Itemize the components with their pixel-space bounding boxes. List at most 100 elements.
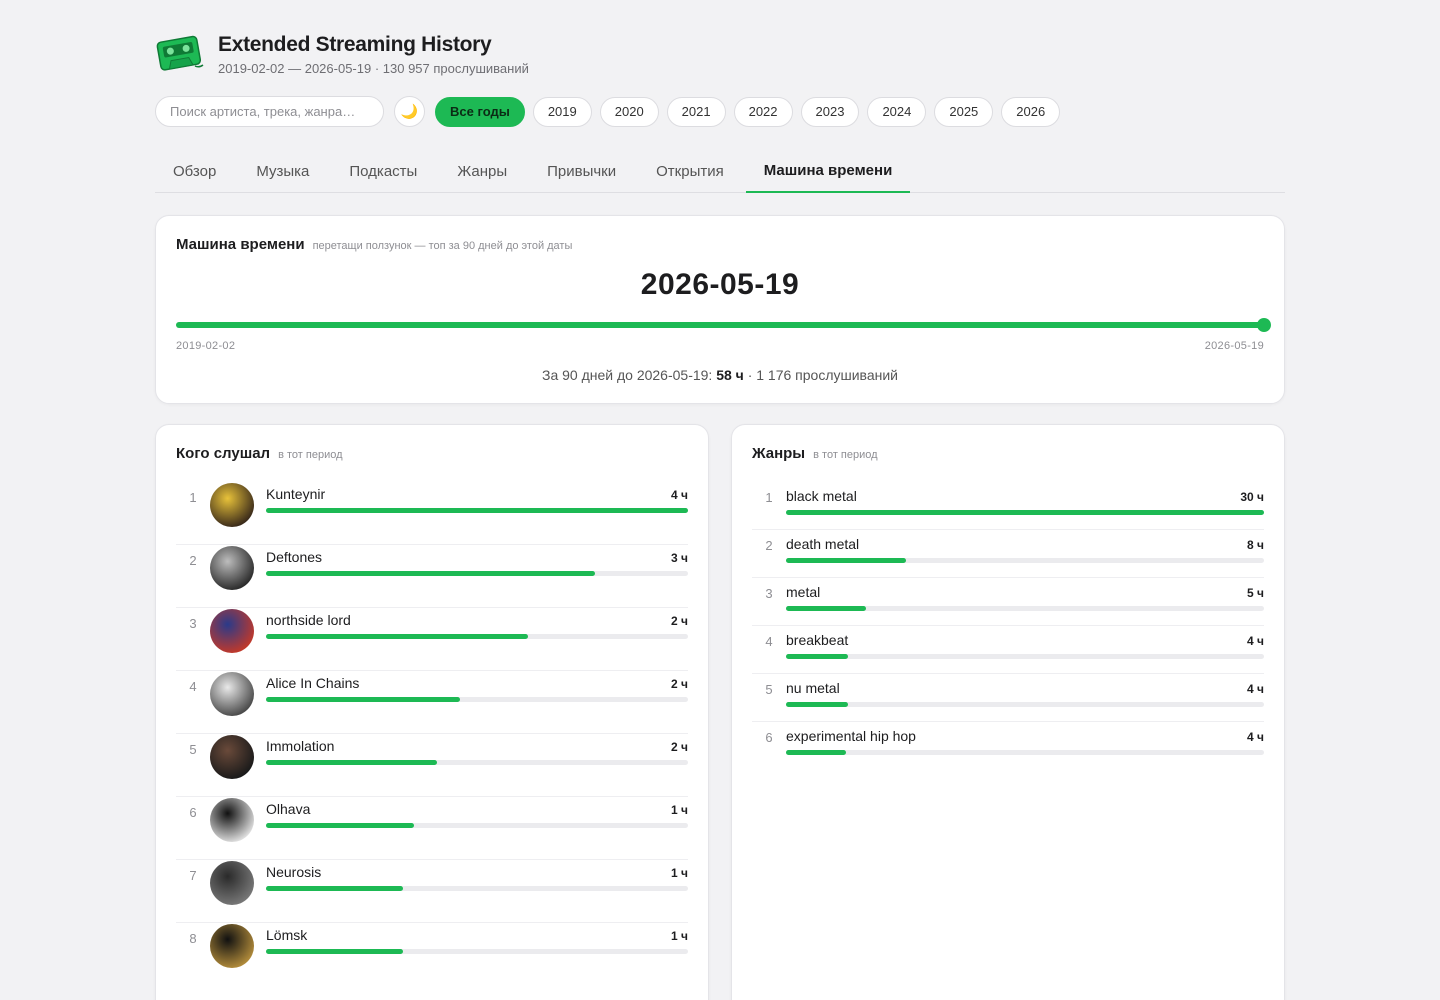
artist-bar xyxy=(266,697,688,702)
artist-avatar xyxy=(210,546,254,590)
artist-bar xyxy=(266,571,688,576)
genre-row[interactable]: 3 metal 5 ч xyxy=(752,578,1264,626)
moon-icon: 🌙 xyxy=(400,103,419,119)
artist-row-top: Alice In Chains 2 ч xyxy=(266,675,688,691)
genre-bar xyxy=(786,510,1264,515)
year-chip-2024[interactable]: 2024 xyxy=(867,96,927,127)
tab-2[interactable]: Музыка xyxy=(238,150,327,192)
genre-row[interactable]: 6 experimental hip hop 4 ч xyxy=(752,722,1264,770)
year-chip-2020[interactable]: 2020 xyxy=(599,96,659,127)
artist-row[interactable]: 1 Kunteynir 4 ч xyxy=(176,482,688,545)
genre-bar-fill xyxy=(786,750,846,755)
artist-info: Olhava 1 ч xyxy=(266,801,688,828)
filter-controls: 🌙 Все годы201920202021202220232024202520… xyxy=(155,96,1068,127)
artist-bar-fill xyxy=(266,571,596,576)
year-chip-2026[interactable]: 2026 xyxy=(1001,96,1061,127)
genre-name: black metal xyxy=(786,488,857,504)
date-slider[interactable] xyxy=(176,318,1271,332)
genre-info: black metal 30 ч xyxy=(786,488,1264,529)
genre-row[interactable]: 4 breakbeat 4 ч xyxy=(752,626,1264,674)
year-chip-2023[interactable]: 2023 xyxy=(800,96,860,127)
tab-4[interactable]: Жанры xyxy=(439,150,525,192)
artist-bar-fill xyxy=(266,634,528,639)
artist-avatar xyxy=(210,861,254,905)
genre-row-top: breakbeat 4 ч xyxy=(786,632,1264,648)
artist-row[interactable]: 6 Olhava 1 ч xyxy=(176,797,688,860)
genres-title: Жанры xyxy=(752,445,806,462)
artist-avatar xyxy=(210,798,254,842)
artist-name: Immolation xyxy=(266,738,335,754)
artist-row[interactable]: 7 Neurosis 1 ч xyxy=(176,860,688,923)
artist-bar-fill xyxy=(266,508,688,513)
search-input[interactable] xyxy=(155,96,384,127)
artist-list: 1 Kunteynir 4 ч 2 Deftones 3 ч 3 northside lord… xyxy=(176,482,688,986)
genre-hours: 30 ч xyxy=(1240,490,1264,504)
year-chip-all[interactable]: Все годы xyxy=(435,96,525,127)
genre-hours: 8 ч xyxy=(1247,538,1264,552)
artist-row[interactable]: 4 Alice In Chains 2 ч xyxy=(176,671,688,734)
genre-rank: 3 xyxy=(765,586,773,601)
artist-info: Deftones 3 ч xyxy=(266,549,688,576)
artist-rank: 7 xyxy=(189,868,197,883)
year-chip-2022[interactable]: 2022 xyxy=(733,96,793,127)
year-chip-2025[interactable]: 2025 xyxy=(934,96,994,127)
artist-info: northside lord 2 ч xyxy=(266,612,688,639)
artist-hours: 2 ч xyxy=(671,677,688,691)
genre-info: metal 5 ч xyxy=(786,584,1264,625)
artist-avatar xyxy=(210,483,254,527)
tab-3[interactable]: Подкасты xyxy=(331,150,435,192)
artist-row[interactable]: 8 Lömsk 1 ч xyxy=(176,923,688,986)
artist-row[interactable]: 3 northside lord 2 ч xyxy=(176,608,688,671)
genres-card: Жанры в тот период 1 black metal 30 ч 2 deat… xyxy=(731,424,1285,1000)
range-min-label: 2019-02-02 xyxy=(176,340,236,352)
slider-thumb[interactable] xyxy=(1257,318,1271,332)
tab-5[interactable]: Привычки xyxy=(529,150,634,192)
artist-row[interactable]: 2 Deftones 3 ч xyxy=(176,545,688,608)
artist-rank: 6 xyxy=(189,805,197,820)
theme-toggle-button[interactable]: 🌙 xyxy=(394,96,425,127)
artist-hours: 2 ч xyxy=(671,740,688,754)
tab-7[interactable]: Машина времени xyxy=(745,150,911,193)
genre-bar-fill xyxy=(786,558,906,563)
artist-name: Kunteynir xyxy=(266,486,326,502)
artist-hours: 4 ч xyxy=(671,488,688,502)
genre-rank: 4 xyxy=(765,634,773,649)
slider-fill xyxy=(176,322,1264,328)
artist-hours: 2 ч xyxy=(671,614,688,628)
artist-bar-fill xyxy=(266,760,437,765)
artist-info: Neurosis 1 ч xyxy=(266,864,688,891)
artist-rank: 8 xyxy=(189,931,197,946)
genre-rank: 1 xyxy=(765,490,773,505)
artist-row[interactable]: 5 Immolation 2 ч xyxy=(176,734,688,797)
artist-rank: 5 xyxy=(189,742,197,757)
genre-row[interactable]: 2 death metal 8 ч xyxy=(752,530,1264,578)
artist-row-top: Deftones 3 ч xyxy=(266,549,688,565)
artist-name: Olhava xyxy=(266,801,311,817)
artist-row-top: Kunteynir 4 ч xyxy=(266,486,688,502)
artist-bar xyxy=(266,634,688,639)
range-max-label: 2026-05-19 xyxy=(1204,340,1264,352)
genre-row-top: metal 5 ч xyxy=(786,584,1264,600)
tab-1[interactable]: Обзор xyxy=(155,150,234,192)
artist-info: Alice In Chains 2 ч xyxy=(266,675,688,702)
genre-bar xyxy=(786,702,1264,707)
genre-bar-fill xyxy=(786,702,849,707)
app-subtitle: 2019-02-02 — 2026-05-19 · 130 957 прослу… xyxy=(218,60,529,76)
genre-rank: 2 xyxy=(765,538,773,553)
tab-6[interactable]: Открытия xyxy=(638,150,742,192)
cassette-tape-icon xyxy=(156,35,204,71)
year-filter: Все годы 2019 2020 2021 2022 2023 2024 2025 2026 xyxy=(435,96,1068,127)
genre-bar xyxy=(786,606,1264,611)
genre-info: breakbeat 4 ч xyxy=(786,632,1264,673)
app-title: Extended Streaming History xyxy=(218,32,492,56)
year-chip-2019[interactable]: 2019 xyxy=(532,96,592,127)
artist-info: Kunteynir 4 ч xyxy=(266,486,688,513)
genre-hours: 4 ч xyxy=(1247,730,1264,744)
genre-row[interactable]: 5 nu metal 4 ч xyxy=(752,674,1264,722)
artist-bar xyxy=(266,949,688,954)
genre-bar xyxy=(786,750,1264,755)
time-machine-hint: перетащи ползунок — топ за 90 дней до эт… xyxy=(312,240,573,252)
year-chip-2021[interactable]: 2021 xyxy=(666,96,726,127)
period-summary: За 90 дней до 2026-05-19: 58 ч · 1 176 п… xyxy=(156,367,1284,383)
genre-row[interactable]: 1 black metal 30 ч xyxy=(752,482,1264,530)
